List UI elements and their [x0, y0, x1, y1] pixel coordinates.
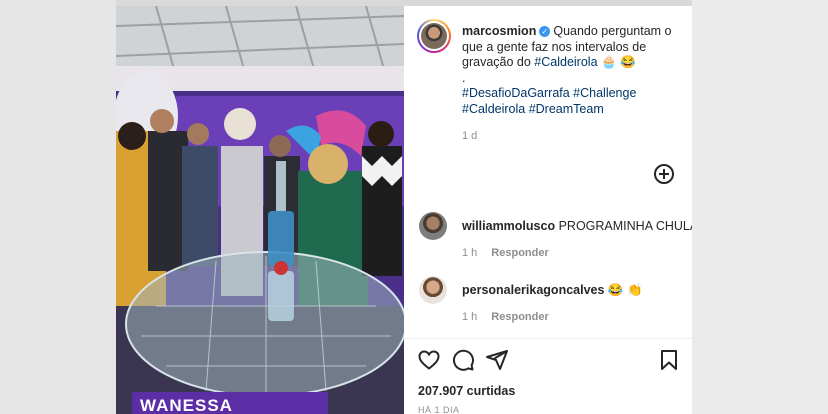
caption-time: 1 d: [462, 130, 478, 142]
actions-divider: [404, 338, 692, 339]
likes-count[interactable]: 207.907 curtidas: [418, 384, 515, 398]
paper-plane-icon[interactable]: [485, 348, 509, 372]
comment-time: 1 h: [462, 311, 478, 323]
heart-icon[interactable]: [417, 348, 441, 372]
page-backdrop-right: [692, 0, 828, 414]
post-date: HÁ 1 DIA: [418, 405, 460, 414]
reply-button[interactable]: Responder: [491, 311, 548, 323]
media-name-overlay: WANESSA: [132, 392, 328, 414]
video-frame: [116, 6, 404, 414]
comment-meta: 1 h Responder: [462, 311, 549, 323]
reply-button[interactable]: Responder: [491, 247, 548, 259]
comment-avatar[interactable]: [419, 276, 447, 304]
comment-username[interactable]: williammolusco: [462, 219, 555, 233]
comment-item: personalerikagoncalves 😂 👏 1 h Responder: [404, 276, 692, 336]
page-backdrop-left: [0, 0, 116, 414]
post-video[interactable]: WANESSA: [116, 6, 404, 414]
hashtags-line-2[interactable]: #Caldeirola #DreamTeam: [462, 102, 604, 116]
caption-hashtag[interactable]: #Caldeirola: [534, 55, 597, 69]
hashtags-line-1[interactable]: #DesafioDaGarrafa #Challenge: [462, 86, 636, 100]
comment-text: 😂 👏: [607, 283, 643, 297]
comment-bubble-icon[interactable]: [451, 348, 475, 372]
comment-text: PROGRAMINHA CHULA: [558, 219, 692, 233]
post-sidebar: marcosmion ✓ Quando perguntam o que a gent…: [404, 6, 692, 414]
comment-username[interactable]: personalerikagoncalves: [462, 283, 604, 297]
caption-dot: .: [462, 70, 466, 85]
comment-text-line: personalerikagoncalves 😂 👏: [462, 283, 643, 298]
post-actions: [404, 344, 692, 374]
verified-badge-icon: ✓: [539, 26, 551, 37]
comment-text-line: williammolusco PROGRAMINHA CHULA: [462, 219, 692, 233]
instagram-post-modal: WANESSA marcosmion ✓ Quando perguntam o qu…: [116, 6, 692, 414]
bookmark-icon[interactable]: [657, 348, 681, 372]
author-username[interactable]: marcosmion: [462, 24, 536, 38]
author-avatar[interactable]: [417, 19, 451, 53]
comment-meta: 1 h Responder: [462, 247, 549, 259]
caption-emoji: 🧁 😂: [601, 55, 636, 69]
add-comment-icon[interactable]: [654, 164, 674, 184]
comment-avatar[interactable]: [419, 212, 447, 240]
comment-time: 1 h: [462, 247, 478, 259]
post-caption: marcosmion ✓ Quando perguntam o que a gent…: [462, 24, 682, 117]
comment-item: williammolusco PROGRAMINHA CHULA 1 h Resp…: [404, 212, 692, 272]
